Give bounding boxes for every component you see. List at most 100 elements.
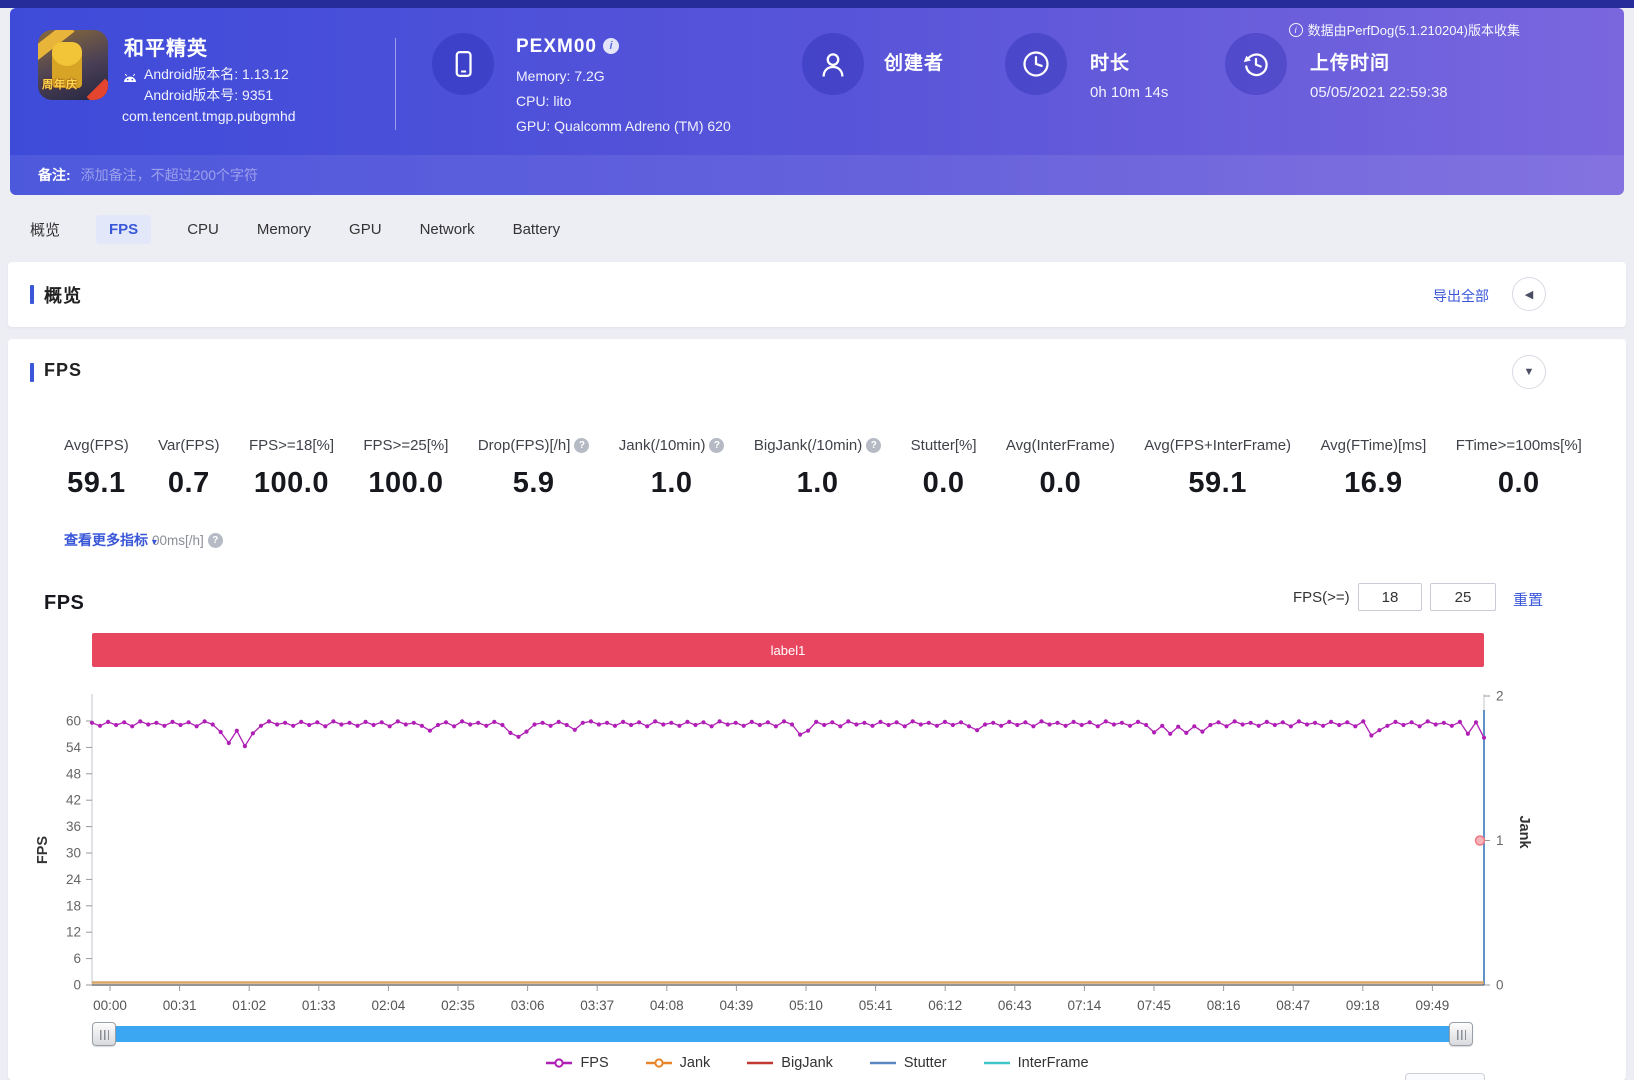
legend-item-jank[interactable]: Jank — [645, 1055, 711, 1071]
creator-label: 创建者 — [884, 48, 944, 75]
tab-bar: 概览 FPS CPU Memory GPU Network Battery — [0, 196, 1634, 262]
svg-text:00:31: 00:31 — [163, 998, 197, 1013]
legend-label: FPS — [580, 1055, 608, 1071]
section-accent-bar — [30, 285, 34, 304]
remark-input-placeholder[interactable]: 添加备注，不超过200个字符 — [81, 165, 258, 185]
section-accent-bar — [30, 363, 34, 382]
device-gpu: GPU: Qualcomm Adreno (TM) 620 — [516, 118, 731, 134]
export-all-link[interactable]: 导出全部 — [1433, 286, 1489, 306]
svg-text:6: 6 — [73, 951, 81, 966]
android-version-code: Android版本号: 9351 — [144, 85, 273, 105]
svg-text:01:02: 01:02 — [232, 998, 266, 1013]
fps-stats-row: Avg(FPS)59.1Var(FPS)0.7FPS>=18[%]100.0FP… — [64, 437, 1582, 500]
more-metrics-link[interactable]: 查看更多指标 ▾ — [64, 530, 157, 550]
svg-text:04:08: 04:08 — [650, 998, 684, 1013]
svg-text:06:43: 06:43 — [998, 998, 1032, 1013]
svg-text:1: 1 — [1496, 833, 1504, 848]
remark-label: 备注: — [38, 165, 71, 185]
duration-icon-circle — [1005, 33, 1067, 95]
svg-text:02:04: 02:04 — [372, 998, 406, 1013]
tab-battery[interactable]: Battery — [511, 215, 563, 244]
scrollbar-right-handle[interactable] — [1449, 1022, 1473, 1046]
upload-value: 05/05/2021 22:59:38 — [1310, 84, 1448, 101]
svg-text:08:16: 08:16 — [1207, 998, 1241, 1013]
app-title: 和平精英 — [124, 32, 208, 61]
user-icon — [818, 49, 848, 79]
collapse-down-icon: ▼ — [1524, 366, 1535, 378]
tab-memory[interactable]: Memory — [255, 215, 313, 244]
stat-label: FTime>=100ms[%] — [1456, 437, 1582, 454]
collect-note: i 数据由PerfDog(5.1.210204)版本收集 — [1289, 20, 1520, 39]
reset-link[interactable]: 重置 — [1513, 589, 1543, 610]
help-icon[interactable]: ? — [574, 438, 589, 453]
svg-text:01:33: 01:33 — [302, 998, 336, 1013]
stat-label: Drop(FPS)[/h] — [478, 437, 571, 454]
svg-text:54: 54 — [66, 740, 82, 755]
tab-network[interactable]: Network — [418, 215, 477, 244]
legend-item-interframe[interactable]: InterFrame — [983, 1055, 1089, 1071]
info-icon[interactable]: i — [603, 38, 619, 54]
legend-item-fps[interactable]: FPS — [545, 1055, 608, 1071]
help-icon[interactable]: ? — [866, 438, 881, 453]
stat-label: Avg(FPS+InterFrame) — [1144, 437, 1291, 454]
svg-text:FPS: FPS — [35, 836, 51, 865]
legend-item-bigjank[interactable]: BigJank — [746, 1055, 833, 1071]
tab-cpu[interactable]: CPU — [185, 215, 221, 244]
tab-gpu[interactable]: GPU — [347, 215, 384, 244]
duration-value: 0h 10m 14s — [1090, 84, 1168, 101]
svg-text:04:39: 04:39 — [720, 998, 754, 1013]
history-icon — [1241, 49, 1271, 79]
stat-var-fps: Var(FPS)0.7 — [158, 437, 219, 500]
stat-label: BigJank(/10min) — [754, 437, 862, 454]
stat-avg-interframe: Avg(InterFrame)0.0 — [1006, 437, 1115, 500]
legend-marker-icon — [645, 1056, 673, 1070]
tab-overview[interactable]: 概览 — [28, 213, 62, 246]
info-ring-icon: i — [1289, 23, 1303, 37]
help-icon: ? — [208, 533, 223, 548]
help-icon[interactable]: ? — [709, 438, 724, 453]
stat-drop-fps: Drop(FPS)[/h]? 5.9 — [478, 437, 590, 500]
svg-text:0: 0 — [1496, 978, 1504, 993]
fps-collapse-button[interactable]: ▼ — [1512, 355, 1546, 389]
device-name: PEXM00 — [516, 36, 597, 57]
svg-text:08:47: 08:47 — [1276, 998, 1310, 1013]
legend-label: InterFrame — [1018, 1055, 1089, 1071]
stat-value: 5.9 — [478, 467, 590, 500]
svg-text:12: 12 — [66, 925, 81, 940]
stat-label: FPS>=18[%] — [249, 437, 334, 454]
chart-scrollbar[interactable] — [92, 1022, 1473, 1046]
chart-legend: FPS Jank BigJank Stutter InterFrame — [8, 1055, 1626, 1071]
phone-icon — [448, 49, 478, 79]
legend-marker-icon — [983, 1056, 1011, 1070]
stat-label: Var(FPS) — [158, 437, 219, 454]
fps-threshold-low-input[interactable] — [1358, 583, 1422, 611]
legend-marker-icon — [545, 1056, 573, 1070]
stat-label: Stutter[%] — [911, 437, 977, 454]
partial-hidden-button[interactable] — [1405, 1073, 1485, 1080]
stat-stutter: Stutter[%]0.0 — [911, 437, 977, 500]
legend-marker-icon — [869, 1056, 897, 1070]
svg-text:05:41: 05:41 — [859, 998, 893, 1013]
legend-label: Jank — [680, 1055, 711, 1071]
stat-fps-ge-18: FPS>=18[%]100.0 — [249, 437, 334, 500]
stat-avg-fps: Avg(FPS)59.1 — [64, 437, 129, 500]
device-icon-circle — [432, 33, 494, 95]
scrollbar-track[interactable] — [92, 1026, 1473, 1042]
remark-bar[interactable]: 备注: 添加备注，不超过200个字符 — [10, 155, 1624, 195]
stat-jank-10min: Jank(/10min)?1.0 — [619, 437, 725, 500]
stat-value: 100.0 — [363, 467, 448, 500]
overview-collapse-button[interactable]: ◀ — [1512, 277, 1546, 311]
scrollbar-left-handle[interactable] — [92, 1022, 116, 1046]
stat-label: Avg(FTime)[ms] — [1320, 437, 1426, 454]
tab-fps[interactable]: FPS — [96, 215, 151, 244]
creator-icon-circle — [802, 33, 864, 95]
fps-threshold-high-input[interactable] — [1430, 583, 1496, 611]
svg-text:42: 42 — [66, 793, 81, 808]
svg-text:07:45: 07:45 — [1137, 998, 1171, 1013]
svg-text:03:37: 03:37 — [580, 998, 614, 1013]
svg-text:06:12: 06:12 — [928, 998, 962, 1013]
svg-text:30: 30 — [66, 846, 81, 861]
svg-text:00:00: 00:00 — [93, 998, 127, 1013]
legend-item-stutter[interactable]: Stutter — [869, 1055, 947, 1071]
stat-value: 59.1 — [1144, 467, 1291, 500]
